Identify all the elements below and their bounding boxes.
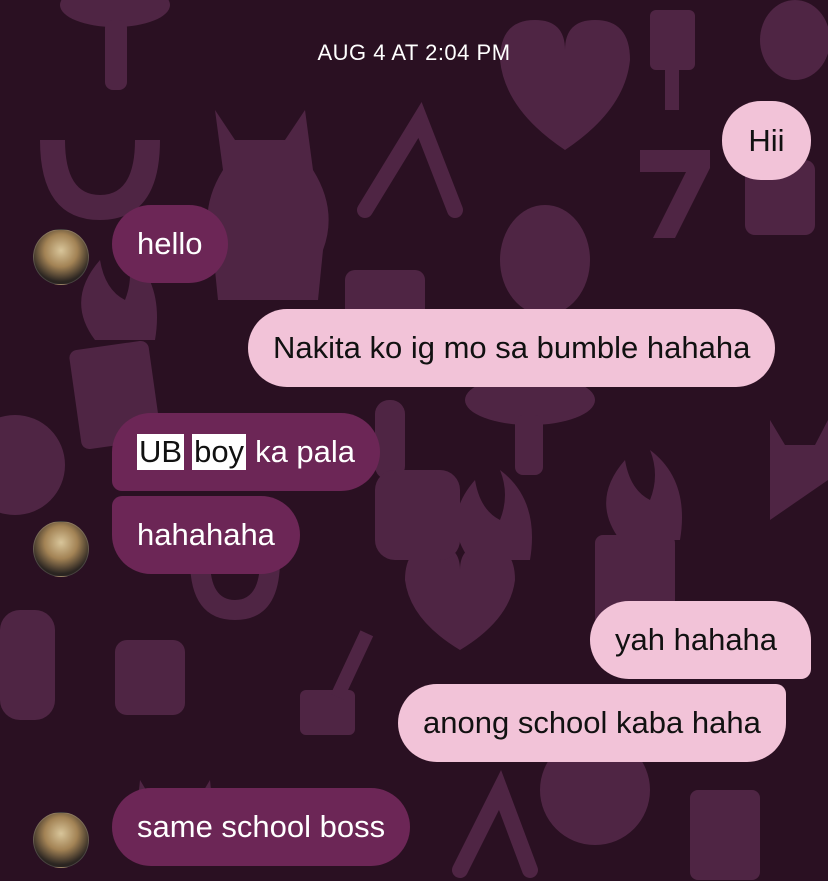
incoming-message[interactable]: same school boss (112, 788, 411, 866)
highlighted-word: boy (192, 434, 247, 470)
highlighted-word: UB (137, 434, 185, 470)
outgoing-message[interactable]: anong school kaba haha (398, 684, 786, 762)
lucky-cat-icon (207, 110, 329, 300)
message-text: Nakita ko ig mo sa bumble hahaha (273, 330, 751, 365)
message-text: yah hahaha (615, 622, 778, 657)
avatar[interactable] (33, 521, 89, 577)
message-text: same school boss (137, 809, 386, 844)
incoming-message[interactable]: hello (112, 205, 228, 283)
message-text: hello (137, 226, 203, 261)
seven-icon (640, 150, 710, 238)
outgoing-message[interactable]: yah hahaha (590, 601, 811, 679)
outgoing-message[interactable]: Hii (722, 101, 811, 180)
message-text: anong school kaba haha (423, 705, 761, 740)
outgoing-message[interactable]: Nakita ko ig mo sa bumble hahaha (248, 309, 776, 387)
avatar[interactable] (33, 229, 89, 285)
incoming-message[interactable]: UB boy ka pala (112, 413, 381, 491)
message-text: Hii (748, 122, 785, 158)
message-timestamp: AUG 4 AT 2:04 PM (317, 40, 511, 65)
incoming-message[interactable]: hahahaha (112, 496, 300, 574)
wishbone-icon (357, 102, 463, 218)
eight-ball-icon (0, 415, 65, 515)
message-text: ka pala (255, 434, 356, 469)
message-text: hahahaha (137, 517, 275, 552)
avatar[interactable] (33, 812, 89, 868)
